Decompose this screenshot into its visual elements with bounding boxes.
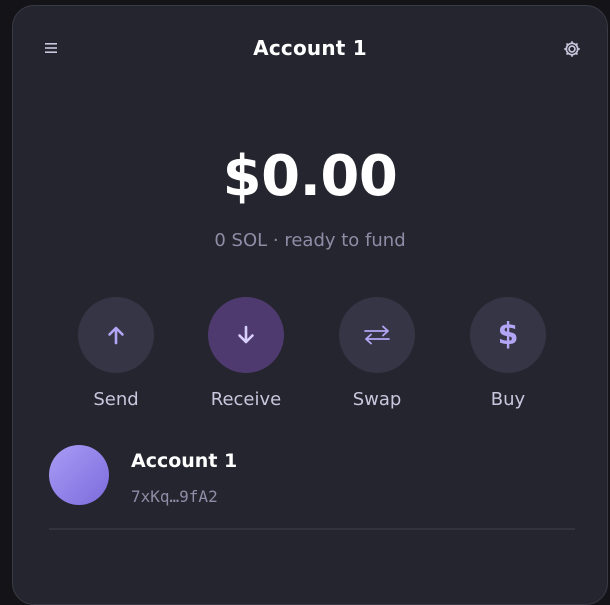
receive-button[interactable]: Receive — [196, 297, 296, 410]
arrow-down-icon — [238, 325, 254, 344]
swap-arrows-icon — [364, 325, 390, 345]
gear-icon[interactable] — [561, 38, 583, 60]
balance-subtitle: 0 SOL · ready to fund — [214, 230, 406, 251]
send-button[interactable]: Send — [66, 297, 166, 410]
dollar-icon: $ — [497, 317, 519, 352]
buy-circle: $ — [470, 297, 546, 373]
wallet-panel: Account 1 $0.00 0 SOL · ready to fund Se… — [12, 5, 608, 605]
buy-button[interactable]: $ Buy — [458, 297, 558, 410]
arrow-up-icon — [108, 326, 124, 345]
account-address: 7xKq…9fA2 — [131, 487, 218, 506]
send-label: Send — [93, 389, 139, 410]
receive-label: Receive — [210, 389, 282, 410]
swap-button[interactable]: Swap — [327, 297, 427, 410]
balance-amount: $0.00 — [222, 144, 398, 209]
send-circle — [78, 297, 154, 373]
avatar — [49, 445, 109, 505]
swap-circle — [339, 297, 415, 373]
page-title: Account 1 — [253, 36, 367, 60]
account-name: Account 1 — [131, 450, 238, 472]
swap-label: Swap — [352, 389, 402, 410]
header: Account 1 — [13, 6, 607, 96]
receive-circle — [208, 297, 284, 373]
gear-icon-svg — [564, 41, 580, 57]
action-bar: Send Receive Swap $ Buy — [13, 297, 607, 427]
divider — [49, 528, 575, 530]
buy-label: Buy — [490, 389, 526, 410]
account-row[interactable]: Account 1 7xKq…9fA2 — [49, 442, 575, 510]
